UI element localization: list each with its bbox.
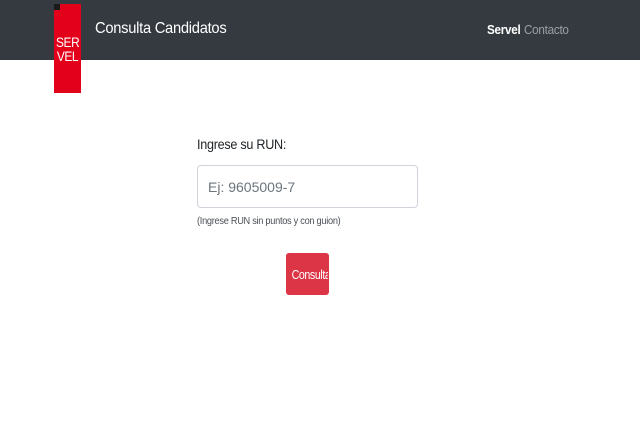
top-navbar: Consulta Candidatos Servel Contacto bbox=[0, 0, 640, 60]
run-input[interactable] bbox=[197, 165, 418, 208]
brand-title[interactable]: Consulta Candidatos bbox=[95, 20, 227, 38]
nav-link-servel[interactable]: Servel bbox=[487, 22, 521, 37]
run-help-text: (Ingrese RUN sin puntos y con guion) bbox=[197, 216, 341, 227]
servel-logo[interactable]: SER VEL bbox=[54, 4, 81, 93]
consultar-button-label: Consultar bbox=[291, 266, 328, 282]
consultar-button[interactable]: Consultar bbox=[286, 253, 329, 295]
logo-text-bottom: VEL bbox=[56, 47, 79, 64]
logo-text-top: SER bbox=[55, 33, 80, 50]
logo-corner-mark bbox=[54, 4, 60, 10]
nav-link-contacto[interactable]: Contacto bbox=[524, 22, 569, 37]
run-label: Ingrese su RUN: bbox=[197, 136, 287, 152]
